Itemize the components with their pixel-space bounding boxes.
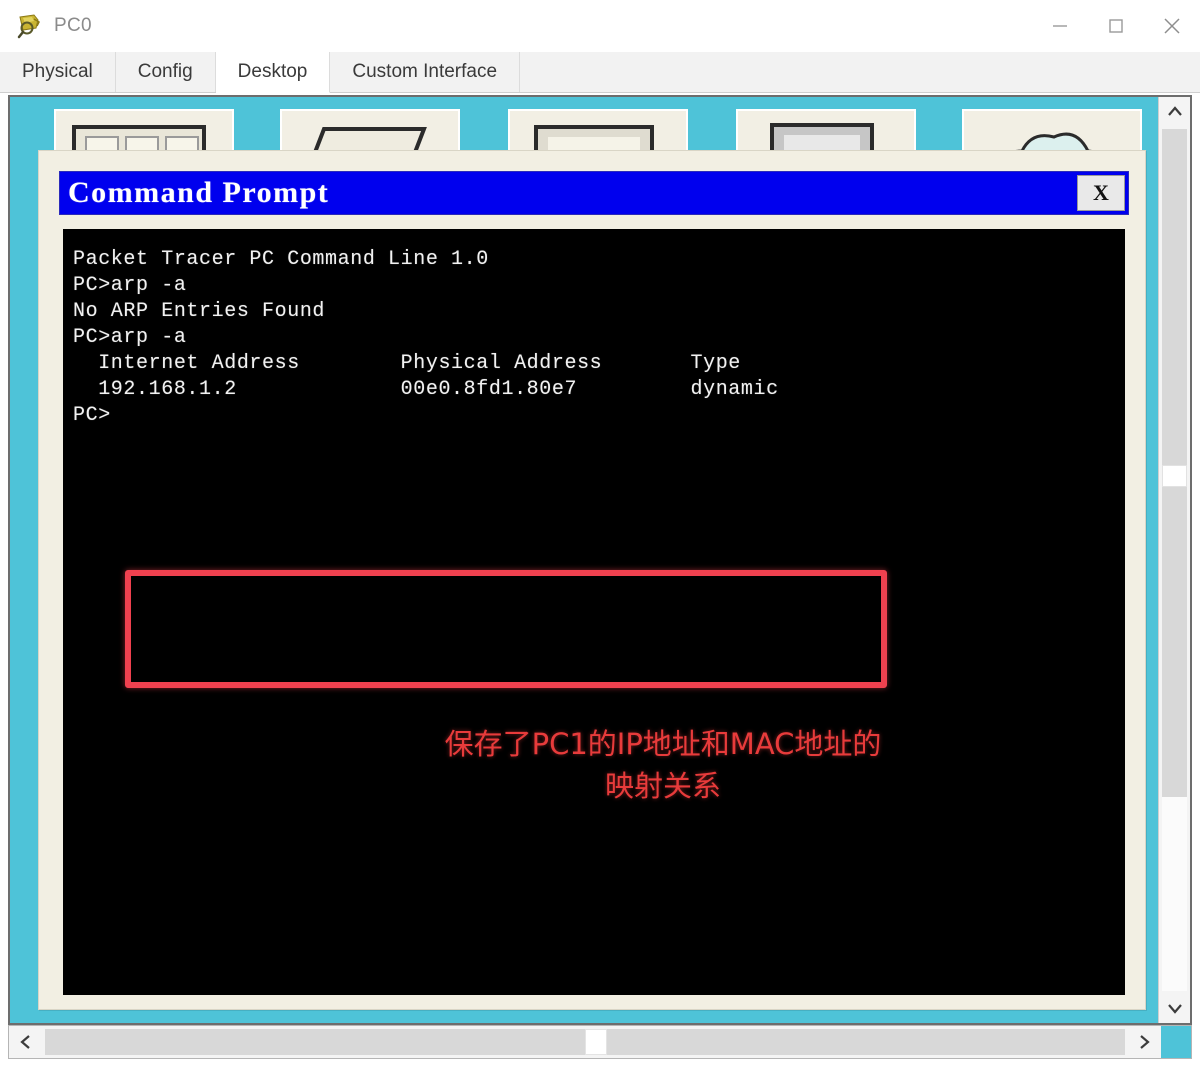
vertical-scrollbar-track-lower[interactable] xyxy=(1162,797,1187,991)
arp-table-header-line: Internet Address Physical Address Type xyxy=(73,352,741,375)
minimize-icon[interactable] xyxy=(1032,0,1088,52)
tab-strip: Physical Config Desktop Custom Interface xyxy=(0,52,1200,93)
tab-config-label: Config xyxy=(137,61,193,82)
terminal-lines: Packet Tracer PC Command Line 1.0 PC>arp… xyxy=(73,247,1113,429)
terminal-line: No ARP Entries Found xyxy=(73,300,326,323)
chevron-down-icon[interactable] xyxy=(1159,993,1190,1023)
vertical-scrollbar-thumb[interactable] xyxy=(1162,465,1187,487)
terminal-line: PC>arp -a xyxy=(73,326,187,349)
annotation-text: 保存了PC1的IP地址和MAC地址的 映射关系 xyxy=(243,723,1083,807)
window-controls xyxy=(1032,0,1200,52)
pc0-window: PC0 Physical Config Desktop Custom Inter… xyxy=(0,0,1200,1067)
tab-physical[interactable]: Physical xyxy=(0,52,116,92)
annotation-line-2: 映射关系 xyxy=(604,769,721,803)
desktop-content-region: Command Prompt X Packet Tracer PC Comman… xyxy=(8,95,1192,1025)
maximize-icon[interactable] xyxy=(1088,0,1144,52)
window-title: PC0 xyxy=(54,15,92,36)
terminal-prompt-line: PC> xyxy=(73,404,111,427)
arp-table-row-line: 192.168.1.2 00e0.8fd1.80e7 dynamic xyxy=(73,378,779,401)
red-highlight-box xyxy=(125,570,887,688)
horizontal-scrollbar-thumb[interactable] xyxy=(585,1029,607,1055)
close-icon[interactable] xyxy=(1144,0,1200,52)
chevron-right-icon[interactable] xyxy=(1127,1026,1161,1058)
terminal-line: PC>arp -a xyxy=(73,274,187,297)
scrollbar-corner xyxy=(1161,1026,1191,1058)
vertical-scrollbar[interactable] xyxy=(1158,97,1190,1023)
tab-physical-label: Physical xyxy=(22,61,93,82)
tab-desktop[interactable]: Desktop xyxy=(215,52,331,93)
tab-desktop-label: Desktop xyxy=(237,61,308,82)
tab-custom-interface[interactable]: Custom Interface xyxy=(330,52,521,92)
command-prompt-title: Command Prompt xyxy=(68,176,330,209)
terminal-output-area[interactable]: Packet Tracer PC Command Line 1.0 PC>arp… xyxy=(63,229,1125,995)
chevron-up-icon[interactable] xyxy=(1159,97,1190,127)
tab-custom-interface-label: Custom Interface xyxy=(352,61,498,82)
horizontal-scrollbar[interactable] xyxy=(8,1025,1192,1059)
terminal-line: Packet Tracer PC Command Line 1.0 xyxy=(73,248,489,271)
horizontal-scrollbar-track[interactable] xyxy=(45,1029,1125,1055)
command-prompt-close-button[interactable]: X xyxy=(1077,175,1125,211)
annotation-line-1: 保存了PC1的IP地址和MAC地址的 xyxy=(444,727,882,761)
packet-tracer-pc-icon xyxy=(14,11,44,41)
command-prompt-window: Command Prompt X Packet Tracer PC Comman… xyxy=(38,150,1146,1010)
tab-config[interactable]: Config xyxy=(115,52,216,92)
window-title-bar: PC0 xyxy=(0,0,1200,52)
chevron-left-icon[interactable] xyxy=(9,1026,43,1058)
command-prompt-titlebar[interactable]: Command Prompt X xyxy=(59,171,1129,215)
